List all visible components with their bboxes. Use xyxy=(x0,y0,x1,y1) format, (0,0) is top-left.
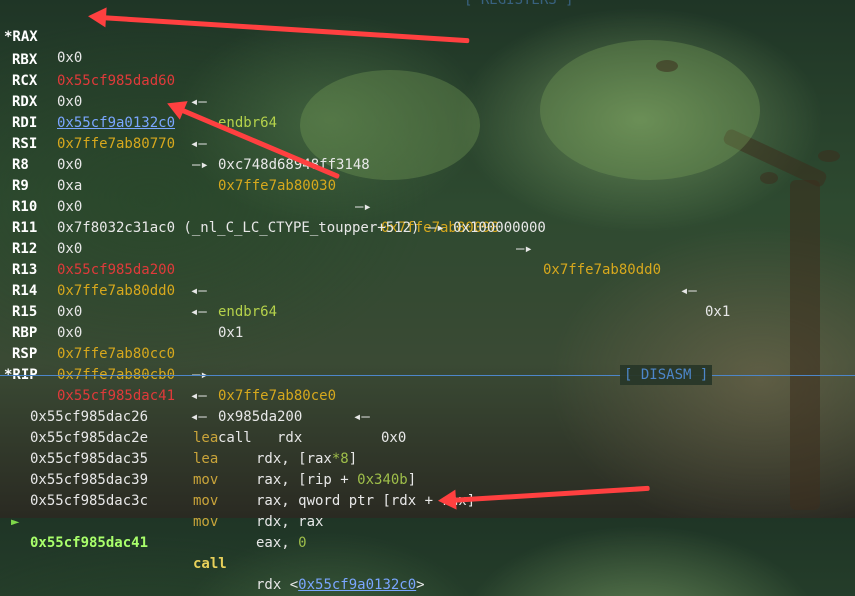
pointer-arrow: ◂— xyxy=(190,304,207,320)
pointer-arrow: ◂— xyxy=(190,136,207,152)
register-row-rcx: RCX 0x0 xyxy=(0,50,82,110)
register-row-rdi: RDI 0x7ffe7ab80770 —▸ 0x7ffe7ab80030 —▸ … xyxy=(0,92,730,320)
register-address: 0x7ffe7ab80dd0 xyxy=(57,283,176,299)
chain-address: 0x7ffe7ab80dd0 xyxy=(543,262,662,278)
register-row-rbp: RBP 0x7ffe7ab80cc0 —▸ 0x7ffe7ab80ce0 ◂— … xyxy=(0,302,406,446)
register-row-r8: R8 0xa xyxy=(0,134,82,194)
disasm-section-title: [ DISASM ] xyxy=(620,365,713,385)
register-row-r9: R9 0x0 xyxy=(0,155,82,215)
operand-text: eax, xyxy=(256,535,299,551)
pointer-arrow: ◂— xyxy=(353,409,370,425)
pointer-arrow: ◂— xyxy=(190,409,207,425)
instruction-mnemonic: lea xyxy=(193,430,219,446)
instruction-address: 0x55cf985dac35 xyxy=(30,451,149,467)
instruction-mnemonic: call xyxy=(193,556,227,572)
operand-text: rdx, [rax xyxy=(256,451,332,467)
background-trunk xyxy=(790,180,820,510)
register-value: 0x0 xyxy=(57,304,83,320)
register-address: 0x55cf985dad60 xyxy=(57,73,176,89)
instruction-address: 0x55cf985dac26 xyxy=(30,409,149,425)
instruction-mnemonic: lea xyxy=(193,451,219,467)
register-value: 0x0 xyxy=(57,94,83,110)
disasm-divider xyxy=(0,375,855,376)
register-target: call rdx xyxy=(218,430,303,446)
chain-address: 0x7ffe7ab80ce0 xyxy=(218,388,337,404)
instruction-operands: rdx, [rax*8] xyxy=(256,449,357,470)
register-row-r14: R14 0x0 xyxy=(0,260,82,320)
operand-text: rdx, rax xyxy=(256,514,324,530)
register-value: 0x0 xyxy=(57,241,83,257)
bird-icon xyxy=(656,60,678,72)
disasm-row: 0x55cf985dac3c mov eax, 0 xyxy=(0,470,307,551)
register-value: 0x0 xyxy=(57,325,83,341)
operand-text: ] xyxy=(348,451,358,467)
instruction-operands: rax, [rip + 0x340b] xyxy=(256,470,416,491)
register-address-link[interactable]: 0x55cf9a0132c0 xyxy=(57,113,175,134)
register-row-r12: R12 0x55cf985da200 ◂— endbr64 xyxy=(0,218,277,320)
operand-text: > xyxy=(416,577,425,593)
pointer-arrow: —▸ xyxy=(355,199,372,215)
instruction-address: 0x55cf985dac2e xyxy=(30,430,149,446)
instruction-address: 0x55cf985dac39 xyxy=(30,472,149,488)
register-row-rbx: RBX 0x55cf985dad60 ◂— endbr64 xyxy=(0,29,277,131)
pointer-arrow: ◂— xyxy=(190,388,207,404)
register-target: 0x0 xyxy=(381,430,407,446)
current-instruction-marker-icon: ► xyxy=(11,514,20,530)
register-address: 0x7ffe7ab80cc0 xyxy=(57,346,176,362)
bird-icon xyxy=(818,150,840,162)
register-address: 0x55cf985dac41 xyxy=(57,388,176,404)
register-target: endbr64 xyxy=(218,304,278,320)
bird-icon xyxy=(760,172,778,184)
register-row-rip: *RIP 0x55cf985dac41 ◂— call rdx xyxy=(0,344,302,446)
chain-value: 0x1 xyxy=(705,304,731,320)
register-target: 0x985da200 xyxy=(218,409,303,425)
register-value: 0x0 xyxy=(57,199,83,215)
pointer-arrow: ◂— xyxy=(190,94,207,110)
register-value: 0x7f8032c31ac0 (_nl_C_LC_CTYPE_toupper+5… xyxy=(57,220,546,236)
operand-number: *8 xyxy=(331,451,349,467)
register-row-r15: R15 0x0 xyxy=(0,281,82,341)
instruction-address: 0x55cf985dac3c xyxy=(30,493,149,509)
operand-text: rdx < xyxy=(256,577,299,593)
operand-number: 0 xyxy=(298,535,307,551)
register-address: 0x55cf985da200 xyxy=(57,262,176,278)
registers-section-title: [ REGISTERS ] xyxy=(464,0,574,8)
register-value: 0x0 xyxy=(57,50,83,66)
register-row-rax: *RAX 0x0 xyxy=(0,6,82,66)
register-target: 0x1 xyxy=(218,325,244,341)
register-row-r11: R11 0x0 xyxy=(0,197,82,257)
disasm-row: 0x55cf985dac39 mov rdx, rax xyxy=(0,449,323,530)
register-address: 0x7ffe7ab80770 xyxy=(57,136,176,152)
disasm-row: 0x55cf985dac35 mov rax, qword ptr [rdx +… xyxy=(0,428,475,509)
chain-address: 0x7ffe7ab80030 xyxy=(218,178,337,194)
pointer-arrow: —▸ xyxy=(516,241,533,257)
instruction-operands: rdx <0x55cf9a0132c0> xyxy=(256,575,425,596)
disasm-row-current: ► 0x55cf985dac41 call rdx <0x55cf9a0132c… xyxy=(0,491,425,593)
instruction-mnemonic: mov xyxy=(193,514,219,530)
pointer-arrow: —▸ xyxy=(192,157,209,173)
call-target-link[interactable]: 0x55cf9a0132c0 xyxy=(298,577,416,593)
disasm-row: 0x55cf985dac2e lea rax, [rip + 0x340b] xyxy=(0,407,416,488)
register-value: 0xa xyxy=(57,178,83,194)
background-foliage xyxy=(540,40,760,180)
annotation-arrow-icon xyxy=(99,15,470,44)
instruction-mnemonic: mov xyxy=(193,472,219,488)
pointer-arrow: ◂— xyxy=(190,283,207,299)
instruction-operands: eax, 0 xyxy=(256,533,307,554)
disasm-row: 0x55cf985dac26 lea rdx, [rax*8] xyxy=(0,386,357,467)
register-row-rdx: RDX 0x55cf9a0132c0 ◂— 0xc748d68948ff3148 xyxy=(0,71,370,173)
pointer-arrow: ◂— xyxy=(680,283,697,299)
register-row-r13: R13 0x7ffe7ab80dd0 ◂— 0x1 xyxy=(0,239,243,341)
annotation-arrow-icon xyxy=(449,485,650,503)
instruction-address: 0x55cf985dac41 xyxy=(30,535,149,551)
operand-text: ] xyxy=(407,472,417,488)
instruction-mnemonic: mov xyxy=(193,493,219,509)
register-row-rsp: RSP 0x7ffe7ab80cb0 ◂— 0x985da200 xyxy=(0,323,302,425)
register-row-r10: R10 0x7f8032c31ac0 (_nl_C_LC_CTYPE_toupp… xyxy=(0,176,546,236)
register-row-rsi: RSI 0x0 xyxy=(0,113,82,173)
operand-number: 0x340b xyxy=(357,472,408,488)
operand-text: rax, [rip + xyxy=(256,472,358,488)
instruction-operands: rdx, rax xyxy=(256,512,323,533)
register-value: 0x0 xyxy=(57,157,83,173)
